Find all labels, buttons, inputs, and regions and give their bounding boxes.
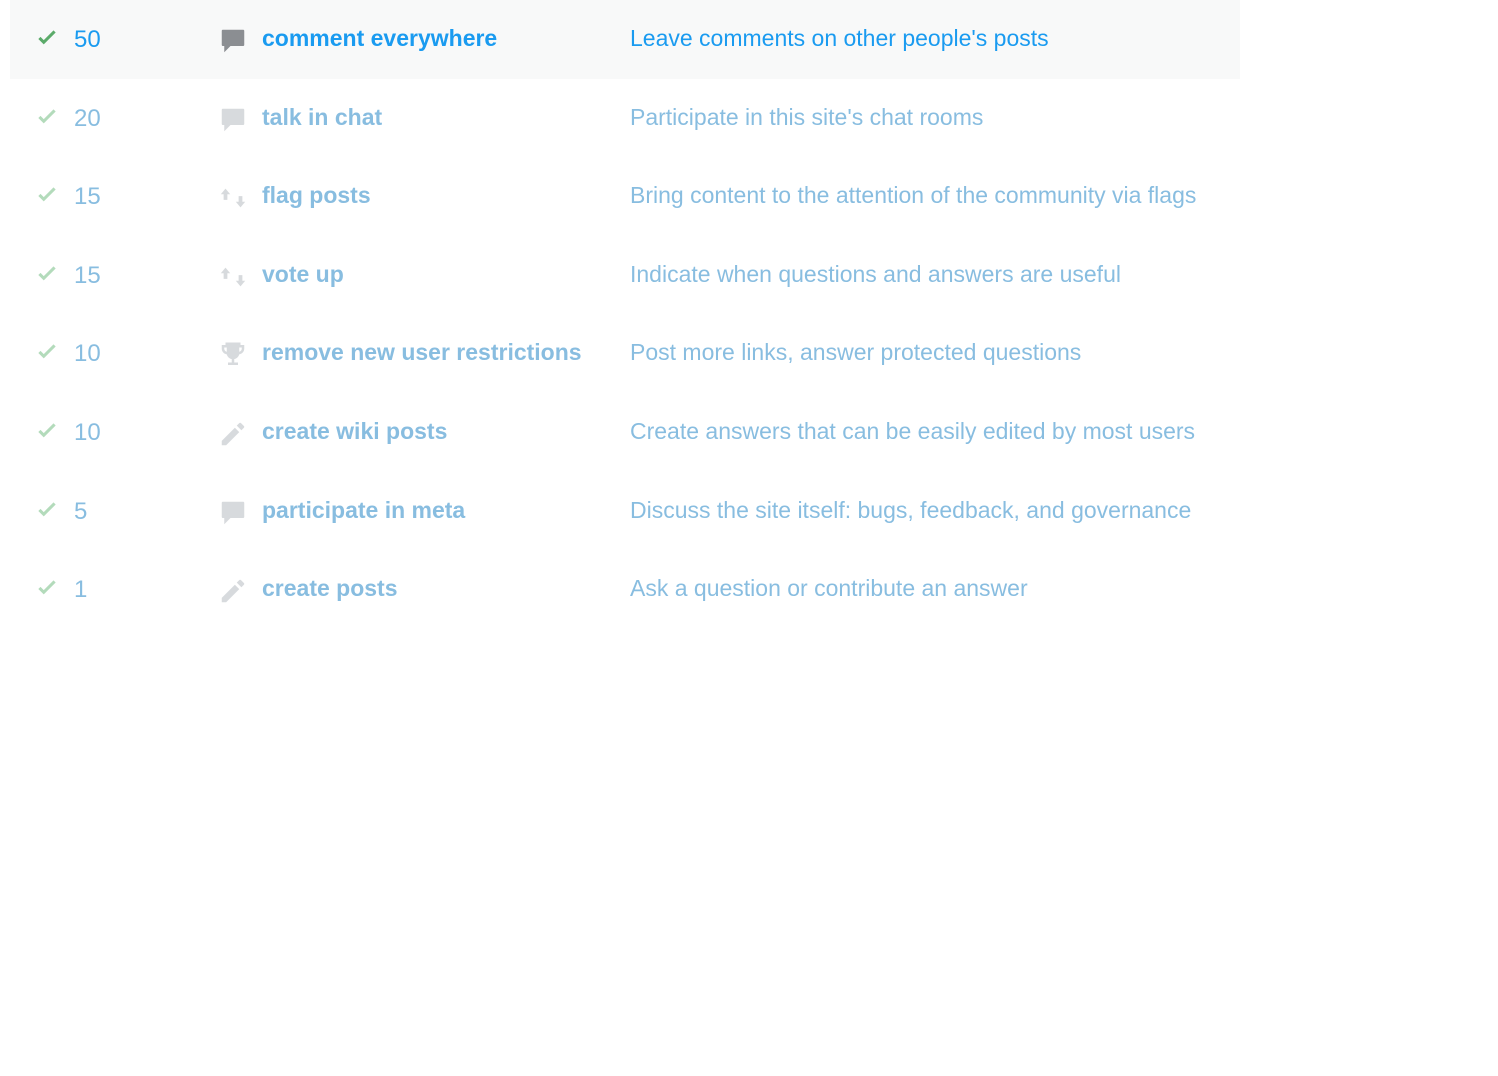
reputation-required: 10 — [74, 336, 204, 371]
privilege-type-icon-wrap — [204, 494, 262, 528]
checkmark-icon — [34, 105, 60, 131]
privilege-row: 15 vote up Indicate when questions and ans… — [10, 236, 1240, 315]
privilege-description: Indicate when questions and answers are … — [630, 258, 1216, 290]
privilege-type-icon-wrap — [204, 336, 262, 370]
earned-check — [34, 179, 74, 209]
privilege-link[interactable]: vote up — [262, 261, 344, 287]
comment-icon — [218, 498, 248, 528]
reputation-required: 20 — [74, 101, 204, 136]
privilege-row: 50 comment everywhere Leave comments on ot… — [10, 0, 1240, 79]
votes-icon — [218, 183, 248, 213]
privilege-link[interactable]: participate in meta — [262, 497, 465, 523]
privilege-link[interactable]: create wiki posts — [262, 418, 447, 444]
privilege-row: 5 participate in meta Discuss the site its… — [10, 472, 1240, 551]
privilege-name-cell: flag posts — [262, 179, 630, 211]
privilege-name-cell: comment everywhere — [262, 22, 630, 54]
privilege-row: 1 create posts Ask a question or contribut… — [10, 550, 1240, 629]
reputation-required: 10 — [74, 415, 204, 450]
privilege-row: 20 talk in chat Participate in this site's… — [10, 79, 1240, 158]
privilege-name-cell: talk in chat — [262, 101, 630, 133]
privilege-link[interactable]: flag posts — [262, 182, 371, 208]
privilege-description: Ask a question or contribute an answer — [630, 572, 1216, 604]
checkmark-icon — [34, 183, 60, 209]
earned-check — [34, 415, 74, 445]
pencil-icon — [218, 576, 248, 606]
earned-check — [34, 572, 74, 602]
privilege-type-icon-wrap — [204, 572, 262, 606]
votes-icon — [218, 262, 248, 292]
privilege-description: Create answers that can be easily edited… — [630, 415, 1216, 447]
privilege-description: Participate in this site's chat rooms — [630, 101, 1216, 133]
privilege-type-icon-wrap — [204, 258, 262, 292]
checkmark-icon — [34, 340, 60, 366]
privilege-name-cell: vote up — [262, 258, 630, 290]
checkmark-icon — [34, 262, 60, 288]
earned-check — [34, 22, 74, 52]
privilege-name-cell: create posts — [262, 572, 630, 604]
reputation-required: 5 — [74, 494, 204, 529]
privileges-table: 50 comment everywhere Leave comments on ot… — [10, 0, 1240, 629]
earned-check — [34, 336, 74, 366]
comment-icon — [218, 105, 248, 135]
privilege-description: Post more links, answer protected questi… — [630, 336, 1216, 368]
privilege-name-cell: participate in meta — [262, 494, 630, 526]
privilege-link[interactable]: comment everywhere — [262, 25, 497, 51]
privilege-type-icon-wrap — [204, 101, 262, 135]
privilege-description: Bring content to the attention of the co… — [630, 179, 1216, 211]
privilege-link[interactable]: talk in chat — [262, 104, 382, 130]
privilege-name-cell: create wiki posts — [262, 415, 630, 447]
trophy-icon — [218, 340, 248, 370]
privilege-name-cell: remove new user restrictions — [262, 336, 630, 368]
privilege-link[interactable]: create posts — [262, 575, 398, 601]
reputation-required: 1 — [74, 572, 204, 607]
earned-check — [34, 494, 74, 524]
privilege-link[interactable]: remove new user restrictions — [262, 339, 582, 365]
privilege-row: 15 flag posts Bring content to the attenti… — [10, 157, 1240, 236]
earned-check — [34, 258, 74, 288]
privilege-type-icon-wrap — [204, 415, 262, 449]
checkmark-icon — [34, 576, 60, 602]
earned-check — [34, 101, 74, 131]
reputation-required: 15 — [74, 258, 204, 293]
reputation-required: 50 — [74, 22, 204, 57]
privilege-description: Leave comments on other people's posts — [630, 22, 1216, 54]
privilege-type-icon-wrap — [204, 179, 262, 213]
privilege-description: Discuss the site itself: bugs, feedback,… — [630, 494, 1216, 526]
privilege-row: 10 create wiki posts Create answers that c… — [10, 393, 1240, 472]
comment-icon — [218, 26, 248, 56]
reputation-required: 15 — [74, 179, 204, 214]
checkmark-icon — [34, 498, 60, 524]
privilege-row: 10 remove new user restrictions Post more … — [10, 314, 1240, 393]
privilege-type-icon-wrap — [204, 22, 262, 56]
pencil-icon — [218, 419, 248, 449]
checkmark-icon — [34, 26, 60, 52]
checkmark-icon — [34, 419, 60, 445]
